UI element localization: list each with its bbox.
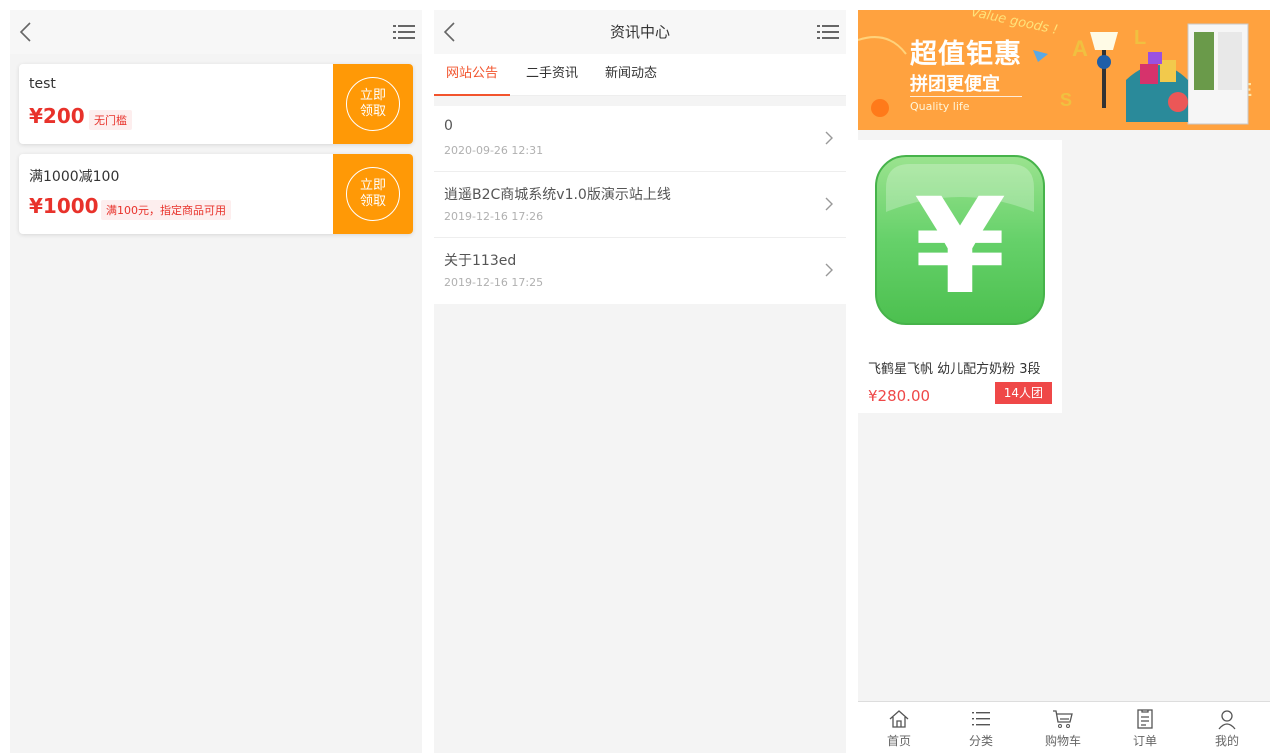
coupon-title: 满1000减100 <box>29 169 120 185</box>
tab-orders[interactable]: 订单 <box>1104 702 1186 753</box>
banner-divider <box>910 96 1022 97</box>
coupon-price: ¥1000 <box>29 194 99 218</box>
tab-cart[interactable]: 购物车 <box>1022 702 1104 753</box>
claim-label-line2: 领取 <box>359 194 386 209</box>
nav-bar <box>10 10 422 54</box>
chevron-right-icon <box>825 131 833 145</box>
claim-label-line1: 立即 <box>359 178 386 193</box>
claim-label-line1: 立即 <box>359 88 386 103</box>
claim-circle: 立即 领取 <box>346 77 400 131</box>
news-date: 2020-09-26 12:31 <box>444 144 544 157</box>
product-price: ¥280.00 <box>868 387 931 405</box>
coupon-title: test <box>29 76 56 92</box>
chevron-right-icon <box>825 263 833 277</box>
list-icon <box>972 712 990 726</box>
tab-mine[interactable]: 我的 <box>1186 702 1268 753</box>
menu-list-icon[interactable] <box>392 20 416 44</box>
claim-label-line2: 领取 <box>359 104 386 119</box>
news-title: 0 <box>444 118 453 134</box>
product-name: 飞鹤星飞帆 幼儿配方奶粉 3段 <box>868 362 1041 377</box>
tab-label: 购物车 <box>1044 734 1081 748</box>
home-icon <box>889 710 909 728</box>
news-item[interactable]: 逍遥B2C商城系统v1.0版演示站上线 2019-12-16 17:26 <box>434 172 846 238</box>
tab-label: 我的 <box>1214 734 1239 748</box>
claim-circle: 立即 领取 <box>346 167 400 221</box>
news-list: 0 2020-09-26 12:31 逍遥B2C商城系统v1.0版演示站上线 2… <box>434 106 846 304</box>
svg-text:L: L <box>1134 27 1146 49</box>
product-image-symbol: ¥ <box>914 170 1006 324</box>
svg-text:A: A <box>1072 36 1088 61</box>
tab-news-updates[interactable]: 新闻动态 <box>597 54 665 96</box>
menu-list-icon[interactable] <box>816 20 840 44</box>
back-arrow-icon[interactable] <box>14 19 40 45</box>
shop-screen: A L S E Value goods ! 超值钜惠 拼团更便宜 Quality… <box>858 10 1270 753</box>
tab-label: 首页 <box>886 734 911 748</box>
coupon-card: test ¥200 无门槛 立即 领取 <box>19 64 413 144</box>
tab-label: 分类 <box>968 734 993 748</box>
tab-home[interactable]: 首页 <box>858 702 940 753</box>
cart-icon <box>1053 710 1073 728</box>
svg-text:S: S <box>1060 90 1072 110</box>
bottom-tab-bar: 首页 分类 购物车 订单 我的 <box>858 701 1270 753</box>
claim-button[interactable]: 立即 领取 <box>333 154 413 234</box>
yen-app-icon: ¥ <box>875 155 1045 325</box>
tab-category[interactable]: 分类 <box>940 702 1022 753</box>
banner-subline: 拼团更便宜 <box>910 74 1000 95</box>
news-tabs: 网站公告 二手资讯 新闻动态 <box>434 54 846 96</box>
tab-site-notice[interactable]: 网站公告 <box>434 54 510 96</box>
page-title: 资讯中心 <box>609 23 670 41</box>
news-item[interactable]: 0 2020-09-26 12:31 <box>434 106 846 172</box>
coupon-condition-tag: 满100元，指定商品可用 <box>101 200 231 220</box>
news-screen: 资讯中心 网站公告 二手资讯 新闻动态 0 2020-09-26 12:31 逍… <box>434 10 846 753</box>
tab-second-hand[interactable]: 二手资讯 <box>518 54 586 96</box>
coupon-card: 满1000减100 ¥1000 满100元，指定商品可用 立即 领取 <box>19 154 413 234</box>
news-title: 逍遥B2C商城系统v1.0版演示站上线 <box>444 187 671 203</box>
news-item[interactable]: 关于113ed 2019-12-16 17:25 <box>434 238 846 304</box>
product-card[interactable]: ¥ 飞鹤星飞帆 幼儿配方奶粉 3段 ¥280.00 14人团 <box>858 140 1062 413</box>
coupon-price: ¥200 <box>29 104 85 128</box>
coupon-screen: test ¥200 无门槛 立即 领取 满1000减100 ¥1000 满100… <box>10 10 422 753</box>
user-icon <box>1218 710 1236 730</box>
news-title: 关于113ed <box>444 253 517 269</box>
order-icon <box>1137 709 1153 729</box>
chevron-right-icon <box>825 197 833 211</box>
banner-english: Quality life <box>910 100 970 113</box>
tab-label: 订单 <box>1132 734 1157 748</box>
promo-banner[interactable]: A L S E Value goods ! 超值钜惠 拼团更便宜 Quality… <box>858 10 1270 130</box>
news-date: 2019-12-16 17:25 <box>444 276 544 289</box>
nav-bar: 资讯中心 <box>434 10 846 54</box>
group-buy-badge: 14人团 <box>994 382 1052 404</box>
news-date: 2019-12-16 17:26 <box>444 210 544 223</box>
coupon-condition-tag: 无门槛 <box>89 110 132 130</box>
banner-headline: 超值钜惠 <box>910 39 1022 70</box>
claim-button[interactable]: 立即 领取 <box>333 64 413 144</box>
